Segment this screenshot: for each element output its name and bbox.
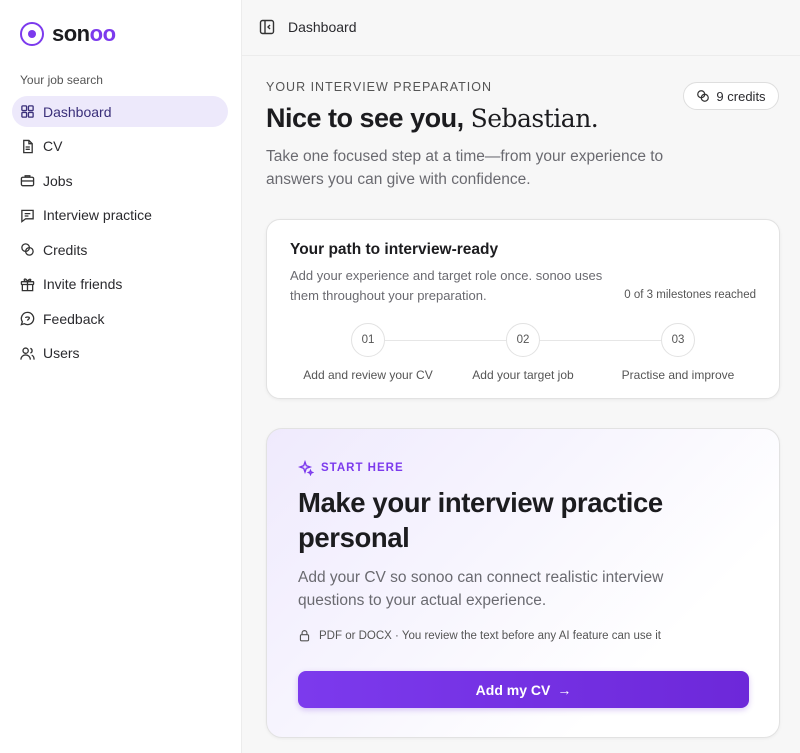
path-description: Add your experience and target role once… xyxy=(290,268,603,303)
step-practise: 03 Practise and improve xyxy=(598,323,758,382)
step-label: Practise and improve xyxy=(621,368,735,382)
briefcase-icon xyxy=(20,175,35,187)
sidebar-item-credits[interactable]: Credits xyxy=(12,234,228,265)
sidebar-item-feedback[interactable]: Feedback xyxy=(12,303,228,334)
upload-note-text: PDF or DOCX · You review the text before… xyxy=(319,629,661,642)
sidebar-item-interview-practice[interactable]: Interview practice xyxy=(12,200,228,231)
sidebar-item-jobs[interactable]: Jobs xyxy=(12,165,228,196)
step-number: 02 xyxy=(506,323,540,357)
sidebar-item-label: Users xyxy=(43,345,80,361)
sidebar-item-invite-friends[interactable]: Invite friends xyxy=(12,269,228,300)
gift-icon xyxy=(20,277,35,291)
chat-icon xyxy=(21,209,34,223)
start-description: Add your CV so sonoo can connect realist… xyxy=(298,569,664,609)
sidebar-item-label: Invite friends xyxy=(43,276,123,292)
sidebar-item-label: Jobs xyxy=(43,172,73,189)
upload-note: PDF or DOCX · You review the text before… xyxy=(298,629,661,642)
sidebar-item-label: CV xyxy=(43,138,63,154)
add-cv-label: Add my CV xyxy=(475,681,551,698)
step-label: Add and review your CV xyxy=(303,368,433,382)
sidebar-item-dashboard[interactable]: Dashboard xyxy=(12,96,228,127)
start-here-card: START HERE Make your interview practice … xyxy=(266,428,780,738)
start-eyebrow: START HERE xyxy=(298,460,404,476)
prep-eyebrow: YOUR INTERVIEW PREPARATION xyxy=(266,80,493,94)
path-card: Your path to interview-ready Add your ex… xyxy=(266,219,780,399)
logo-mark-icon xyxy=(20,22,44,46)
sparkle-icon xyxy=(298,460,314,476)
grid-icon xyxy=(21,105,34,118)
sidebar-item-label: Interview practice xyxy=(43,207,152,223)
user-name: Sebastian. xyxy=(470,104,599,133)
message-icon xyxy=(20,311,35,326)
logo-text: sonoo xyxy=(52,21,116,46)
coins-icon xyxy=(21,243,34,256)
credits-label: 9 credits xyxy=(716,88,766,104)
document-icon xyxy=(23,139,33,153)
lock-icon xyxy=(299,630,310,642)
arrow-right-icon: → xyxy=(557,681,572,698)
path-title: Your path to interview-ready xyxy=(290,241,499,258)
sidebar-item-label: Feedback xyxy=(43,310,105,327)
sidebar-item-label: Dashboard xyxy=(43,103,112,120)
add-cv-button[interactable]: Add my CV → xyxy=(298,671,749,708)
logo[interactable]: sonoo xyxy=(20,21,116,47)
sidebar-nav: Dashboard CV Jobs Interview practice Cre… xyxy=(12,96,228,372)
sidebar: sonoo Your job search Dashboard CV Jobs … xyxy=(0,0,242,753)
intro-text: Take one focused step at a time—from you… xyxy=(266,148,664,188)
greeting-text: Nice to see you, xyxy=(266,103,464,133)
page-title: Dashboard xyxy=(288,19,357,35)
greeting-heading: Nice to see you, Sebastian. xyxy=(266,103,599,134)
step-add-target-job: 02 Add your target job xyxy=(443,323,603,382)
milestones-count: 0 of 3 milestones reached xyxy=(624,289,756,301)
step-number: 03 xyxy=(661,323,695,357)
step-number: 01 xyxy=(351,323,385,357)
step-label: Add your target job xyxy=(472,368,574,382)
start-title: Make your interview practice personal xyxy=(298,487,663,553)
step-add-cv: 01 Add and review your CV xyxy=(288,323,448,382)
sidebar-item-users[interactable]: Users xyxy=(12,338,228,369)
sidebar-section-label: Your job search xyxy=(20,73,103,87)
start-eyebrow-label: START HERE xyxy=(321,462,404,474)
credits-badge[interactable]: 9 credits xyxy=(683,82,779,110)
topbar: Dashboard xyxy=(242,0,800,56)
coins-icon xyxy=(697,90,710,102)
sidebar-item-label: Credits xyxy=(43,241,88,258)
sidebar-item-cv[interactable]: CV xyxy=(12,131,228,162)
sidebar-collapse-icon[interactable] xyxy=(259,19,275,35)
users-icon xyxy=(20,346,35,360)
